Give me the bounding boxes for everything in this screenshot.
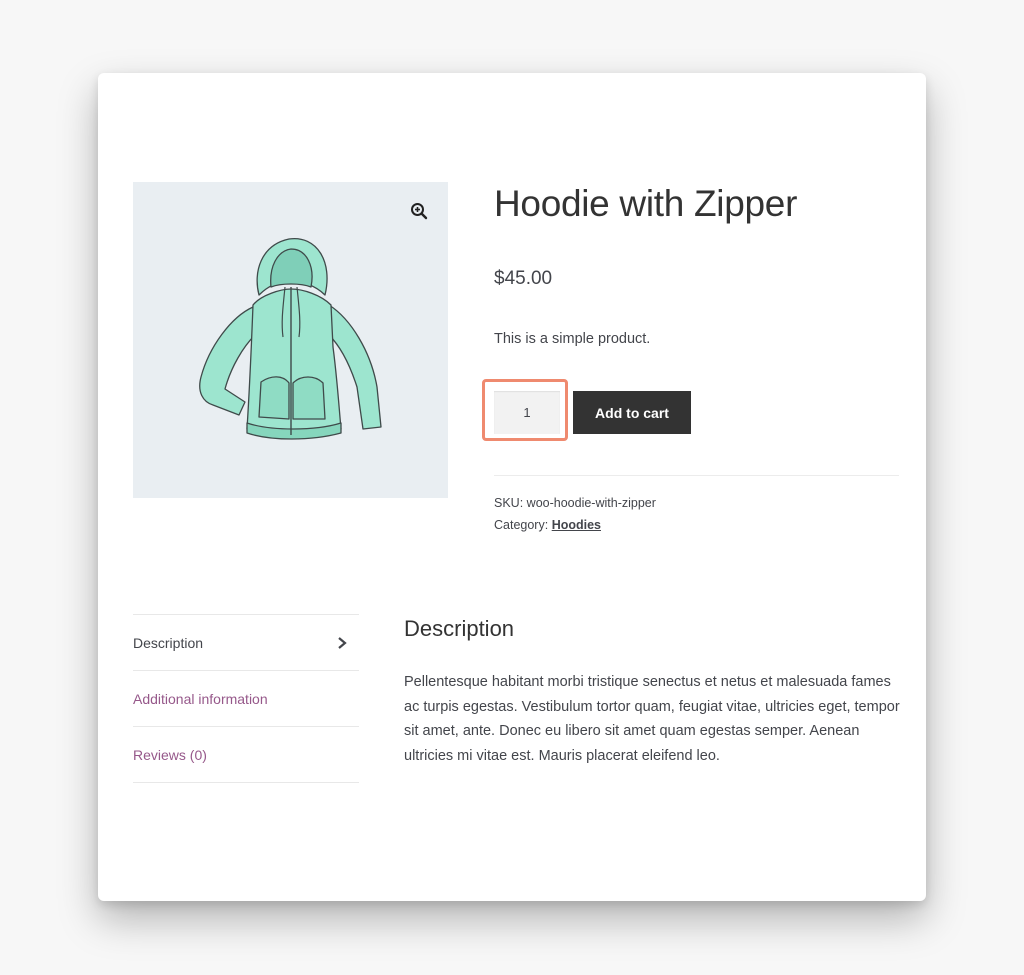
quantity-input[interactable] (494, 391, 560, 434)
product-image[interactable] (133, 182, 448, 498)
sku-line: SKU: woo-hoodie-with-zipper (494, 492, 656, 514)
sku-label: SKU: (494, 496, 524, 510)
product-price: $45.00 (494, 268, 553, 289)
tab-reviews[interactable]: Reviews (0) (133, 727, 359, 783)
tab-label: Description (133, 634, 204, 651)
short-description: This is a simple product. (494, 331, 651, 347)
panel-title: Description (404, 616, 515, 641)
chevron-right-icon (338, 636, 347, 649)
divider (494, 475, 899, 476)
category-line: Category: Hoodies (494, 514, 656, 536)
add-to-cart-button[interactable]: Add to cart (573, 391, 691, 434)
hoodie-illustration (199, 238, 382, 440)
category-label: Category: (494, 518, 549, 532)
tab-label: Reviews (0) (133, 746, 207, 763)
category-link[interactable]: Hoodies (552, 518, 601, 532)
tab-additional-information[interactable]: Additional information (133, 671, 359, 727)
tab-description[interactable]: Description (133, 615, 359, 671)
sku-value: woo-hoodie-with-zipper (526, 496, 656, 510)
product-meta: SKU: woo-hoodie-with-zipper Category: Ho… (494, 492, 656, 536)
product-tabs: Description Additional information Revie… (133, 614, 359, 783)
product-title: Hoodie with Zipper (494, 183, 798, 224)
zoom-in-icon[interactable] (410, 202, 428, 220)
tab-label: Additional information (133, 690, 268, 707)
panel-text: Pellentesque habitant morbi tristique se… (404, 674, 900, 764)
product-card: Hoodie with Zipper $45.00 This is a simp… (98, 73, 926, 901)
